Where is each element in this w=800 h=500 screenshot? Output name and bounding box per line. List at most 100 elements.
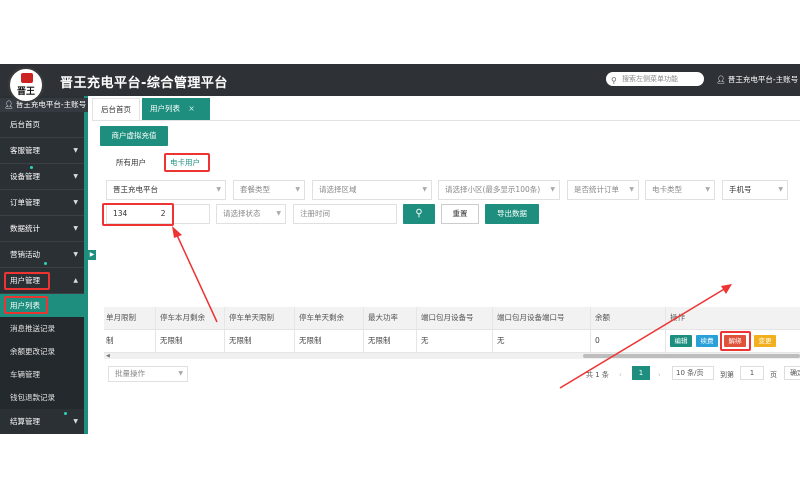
highlight-box-phone bbox=[102, 203, 174, 226]
highlight-box-unbind bbox=[720, 331, 751, 351]
menu-search-placeholder: 搜索左侧菜单功能 bbox=[622, 75, 678, 83]
sparkle-dot-icon bbox=[30, 166, 33, 169]
brand-logo: 晋王 bbox=[8, 67, 44, 103]
select-value: 10 条/页 bbox=[676, 369, 704, 377]
sidebar-item-orders[interactable]: 订单管理 ▼ bbox=[0, 190, 84, 216]
sidebar-item-label: 客服管理 bbox=[10, 146, 40, 155]
highlight-box-user-management bbox=[4, 272, 50, 290]
sidebar: 👤︎ 晋王充电平台-主账号 后台首页 客服管理 ▼ 设备管理 ▼ 订单管理 ▼ … bbox=[0, 96, 88, 434]
user-icon: 👤︎ bbox=[716, 75, 726, 84]
search-icon: ⚲ bbox=[611, 76, 617, 85]
prev-page-icon[interactable]: ‹ bbox=[619, 369, 622, 381]
sidebar-item-label: 后台首页 bbox=[10, 120, 40, 129]
column-divider bbox=[363, 307, 364, 353]
highlight-box-user-list bbox=[4, 296, 48, 314]
select-placeholder: 请选择状态 bbox=[223, 209, 261, 218]
select-value: 手机号 bbox=[729, 185, 752, 194]
column-header: 停车单天剩余 bbox=[299, 313, 344, 322]
renew-button[interactable]: 续费 bbox=[696, 335, 718, 347]
chevron-down-icon: ▼ bbox=[422, 186, 427, 193]
chevron-down-icon: ▼ bbox=[73, 251, 78, 258]
table-cell: 0 bbox=[595, 336, 600, 345]
platform-select[interactable]: 晋王充电平台 ▼ bbox=[106, 180, 226, 200]
chevron-up-icon: ▲ bbox=[73, 277, 78, 284]
sidebar-user: 👤︎ 晋王充电平台-主账号 bbox=[0, 98, 88, 112]
card-type-select[interactable]: 电卡类型 ▼ bbox=[645, 180, 715, 200]
package-type-select[interactable]: 套餐类型 ▼ bbox=[233, 180, 305, 200]
column-header: 余额 bbox=[595, 313, 610, 322]
sidebar-subitem-balance-log[interactable]: 余额更改记录 bbox=[0, 340, 84, 363]
top-header: 晋王充电平台-综合管理平台 ⚲ 搜索左侧菜单功能 👤︎ 晋王充电平台-主账号 bbox=[0, 64, 800, 96]
sidebar-subitem-push-log[interactable]: 消息推送记录 bbox=[0, 317, 84, 340]
virtual-recharge-button[interactable]: 商户虚拟充值 bbox=[100, 126, 168, 146]
sidebar-subitem-vehicles[interactable]: 车辆管理 bbox=[0, 363, 84, 386]
close-icon[interactable]: × bbox=[188, 104, 194, 113]
sidebar-item-home[interactable]: 后台首页 bbox=[0, 112, 84, 138]
header-user-menu[interactable]: 👤︎ 晋王充电平台-主账号 bbox=[716, 74, 798, 85]
sidebar-item-statistics[interactable]: 数据统计 ▼ bbox=[0, 216, 84, 242]
change-button[interactable]: 变更 bbox=[754, 335, 776, 347]
region-select[interactable]: 请选择区域 ▼ bbox=[312, 180, 432, 200]
scroll-left-icon[interactable]: ◀ bbox=[106, 353, 110, 359]
select-value: 晋王充电平台 bbox=[113, 185, 158, 194]
tab-home[interactable]: 后台首页 bbox=[92, 98, 140, 120]
chevron-down-icon: ▼ bbox=[73, 199, 78, 206]
select-placeholder: 是否统计订单 bbox=[574, 185, 619, 194]
sidebar-subitem-wallet-refund[interactable]: 钱包退款记录 bbox=[0, 386, 84, 409]
table-cell: 无 bbox=[497, 336, 505, 345]
highlight-box-card-users bbox=[164, 153, 210, 172]
search-button[interactable]: ⚲ bbox=[403, 204, 435, 224]
reset-button[interactable]: 重置 bbox=[441, 204, 479, 224]
sidebar-item-label: 数据统计 bbox=[10, 224, 40, 233]
page-number-current[interactable]: 1 bbox=[632, 366, 650, 380]
edit-button[interactable]: 编辑 bbox=[670, 335, 692, 347]
phone-type-select[interactable]: 手机号 ▼ bbox=[722, 180, 788, 200]
chevron-down-icon: ▼ bbox=[178, 370, 183, 377]
app-window: 晋王充电平台-综合管理平台 ⚲ 搜索左侧菜单功能 👤︎ 晋王充电平台-主账号 晋… bbox=[0, 64, 800, 434]
chevron-right-icon: ▶ bbox=[89, 251, 95, 258]
goto-confirm-button[interactable]: 确定 bbox=[784, 366, 800, 380]
register-time-input[interactable]: 注册时间 bbox=[293, 204, 397, 224]
search-icon: ⚲ bbox=[415, 208, 423, 219]
chevron-down-icon: ▼ bbox=[276, 210, 281, 217]
sidebar-collapse-toggle[interactable]: ▶ bbox=[88, 250, 96, 260]
page-tabs: 后台首页 用户列表 × bbox=[92, 98, 800, 121]
column-header: 停车单天限制 bbox=[229, 313, 274, 322]
page-size-select[interactable]: 10 条/页 bbox=[672, 366, 714, 380]
goto-page-input[interactable]: 1 bbox=[740, 366, 764, 380]
sparkle-dot-icon bbox=[44, 262, 47, 265]
chevron-down-icon: ▼ bbox=[73, 147, 78, 154]
logo-seal-icon bbox=[21, 73, 33, 83]
next-page-icon[interactable]: › bbox=[658, 369, 661, 381]
column-divider bbox=[294, 307, 295, 353]
column-header: 最大功率 bbox=[368, 313, 398, 322]
menu-search-input[interactable]: ⚲ 搜索左侧菜单功能 bbox=[606, 72, 704, 86]
sidebar-item-label: 设备管理 bbox=[10, 172, 40, 181]
sidebar-item-marketing[interactable]: 营销活动 ▼ bbox=[0, 242, 84, 268]
tab-label: 用户列表 bbox=[150, 104, 180, 113]
table-cell: 无 bbox=[421, 336, 429, 345]
community-select[interactable]: 请选择小区(最多显示100条) ▼ bbox=[438, 180, 560, 200]
sidebar-item-customer-service[interactable]: 客服管理 ▼ bbox=[0, 138, 84, 164]
table-scrollbar-thumb[interactable] bbox=[583, 354, 800, 358]
chevron-down-icon: ▼ bbox=[73, 225, 78, 232]
subtab-all-users[interactable]: 所有用户 bbox=[116, 153, 146, 173]
tab-user-list[interactable]: 用户列表 × bbox=[142, 98, 210, 120]
sparkle-dot-icon bbox=[64, 412, 67, 415]
batch-operation-select[interactable]: 批量操作 ▼ bbox=[108, 366, 188, 382]
tab-label: 后台首页 bbox=[101, 105, 131, 114]
export-button[interactable]: 导出数据 bbox=[485, 204, 539, 224]
sidebar-item-device[interactable]: 设备管理 ▼ bbox=[0, 164, 84, 190]
status-select[interactable]: 请选择状态 ▼ bbox=[216, 204, 286, 224]
chevron-down-icon: ▼ bbox=[629, 186, 634, 193]
column-divider bbox=[224, 307, 225, 353]
stat-order-select[interactable]: 是否统计订单 ▼ bbox=[567, 180, 639, 200]
column-divider bbox=[155, 307, 156, 353]
select-placeholder: 批量操作 bbox=[115, 369, 145, 378]
chevron-down-icon: ▼ bbox=[705, 186, 710, 193]
chevron-down-icon: ▼ bbox=[295, 186, 300, 193]
sidebar-item-settlement[interactable]: 结算管理 ▼ bbox=[0, 409, 84, 434]
select-placeholder: 电卡类型 bbox=[652, 185, 682, 194]
chevron-down-icon: ▼ bbox=[73, 173, 78, 180]
logo-text: 晋王 bbox=[16, 87, 35, 97]
